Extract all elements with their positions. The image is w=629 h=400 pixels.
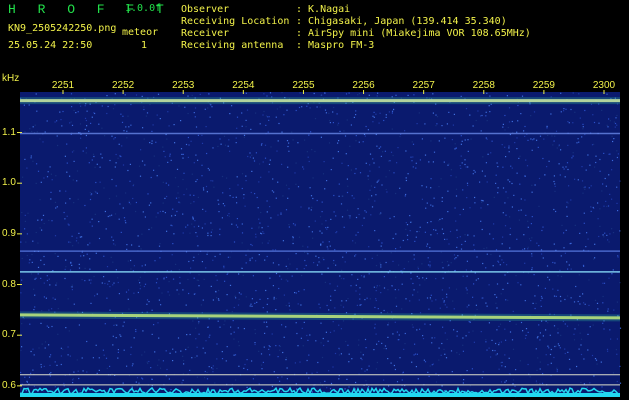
y-unit-label: kHz bbox=[2, 73, 20, 84]
x-tick-label: 2252 bbox=[111, 80, 135, 91]
x-tick-label: 2258 bbox=[472, 80, 495, 91]
spectrogram-background bbox=[20, 92, 620, 396]
x-tick-label: 2254 bbox=[232, 80, 255, 91]
x-tick-label: 2256 bbox=[352, 80, 375, 91]
x-tick-label: 2253 bbox=[172, 80, 195, 91]
x-tick-label: 2259 bbox=[532, 80, 555, 91]
spectrogram bbox=[17, 90, 622, 398]
y-tick-label: 0.6 bbox=[2, 379, 16, 391]
y-tick-label: 0.9 bbox=[2, 227, 16, 239]
y-tick-label: 1.1 bbox=[2, 126, 16, 138]
noise-floor-fill bbox=[20, 393, 620, 397]
y-tick-label: 1.0 bbox=[2, 177, 16, 189]
trace-glow-4 bbox=[19, 311, 621, 322]
x-tick-label: 2251 bbox=[51, 80, 75, 91]
x-tick-label: 2255 bbox=[292, 80, 315, 91]
x-tick-label: 2300 bbox=[592, 80, 616, 91]
x-tick-label: 2257 bbox=[412, 80, 435, 91]
y-tick-label: 0.8 bbox=[2, 278, 16, 290]
y-tick-label: 0.7 bbox=[2, 329, 16, 341]
